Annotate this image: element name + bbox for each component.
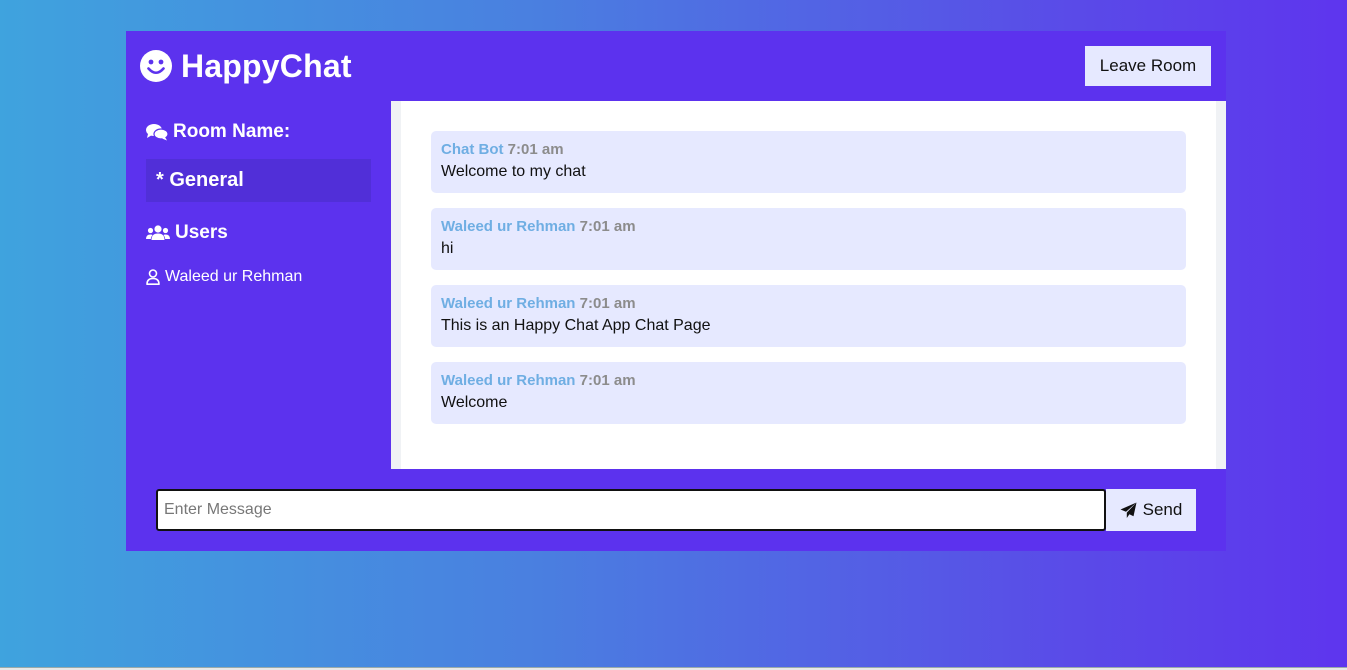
message-author: Waleed ur Rehman	[441, 372, 576, 389]
leave-room-button[interactable]: Leave Room	[1085, 46, 1211, 86]
message-text: This is an Happy Chat App Chat Page	[441, 317, 711, 334]
message-meta: Waleed ur Rehman 7:01 am	[441, 218, 1176, 235]
message-text: Welcome	[441, 394, 508, 411]
users-icon	[146, 225, 170, 240]
room-name: * General	[146, 159, 371, 202]
message-author: Chat Bot	[441, 141, 504, 158]
users-heading-label: Users	[175, 222, 228, 243]
message-meta: Chat Bot 7:01 am	[441, 141, 1176, 158]
message-meta: Waleed ur Rehman 7:01 am	[441, 295, 1176, 312]
message-author: Waleed ur Rehman	[441, 218, 576, 235]
app-title: HappyChat	[181, 47, 352, 84]
message-input[interactable]	[156, 489, 1106, 531]
message: Waleed ur Rehman 7:01 am This is an Happ…	[431, 285, 1186, 347]
message-time: 7:01 am	[507, 141, 564, 158]
message-author: Waleed ur Rehman	[441, 295, 576, 312]
message-text: Welcome to my chat	[441, 163, 586, 180]
user-icon	[146, 269, 160, 285]
chat-main: Room Name: * General Users Waleed ur Reh…	[126, 101, 1226, 469]
message: Waleed ur Rehman 7:01 am Welcome	[431, 362, 1186, 424]
chat-form-container: Send	[126, 469, 1226, 551]
message-time: 7:01 am	[579, 295, 636, 312]
user-name: Waleed ur Rehman	[165, 268, 303, 285]
user-list: Waleed ur Rehman	[146, 268, 371, 286]
room-heading-label: Room Name:	[173, 121, 291, 142]
message-meta: Waleed ur Rehman 7:01 am	[441, 372, 1176, 389]
send-label: Send	[1142, 500, 1183, 519]
message-text: hi	[441, 240, 454, 257]
brand: HappyChat	[140, 48, 352, 85]
send-button[interactable]: Send	[1106, 489, 1196, 531]
chat-form: Send	[156, 489, 1196, 531]
paper-plane-icon	[1120, 502, 1137, 518]
room-heading: Room Name:	[146, 121, 371, 143]
sidebar: Room Name: * General Users Waleed ur Reh…	[126, 101, 391, 469]
chat-messages[interactable]: Chat Bot 7:01 am Welcome to my chat Wale…	[391, 101, 1226, 469]
message: Chat Bot 7:01 am Welcome to my chat	[431, 131, 1186, 193]
chat-container: HappyChat Leave Room Room Name: * Genera…	[126, 31, 1226, 551]
users-heading: Users	[146, 222, 371, 244]
chat-header: HappyChat Leave Room	[126, 31, 1226, 101]
message: Waleed ur Rehman 7:01 am hi	[431, 208, 1186, 270]
message-time: 7:01 am	[579, 372, 636, 389]
comments-icon	[146, 124, 168, 141]
smile-icon	[140, 50, 172, 82]
user-item: Waleed ur Rehman	[146, 268, 371, 286]
message-time: 7:01 am	[579, 218, 636, 235]
